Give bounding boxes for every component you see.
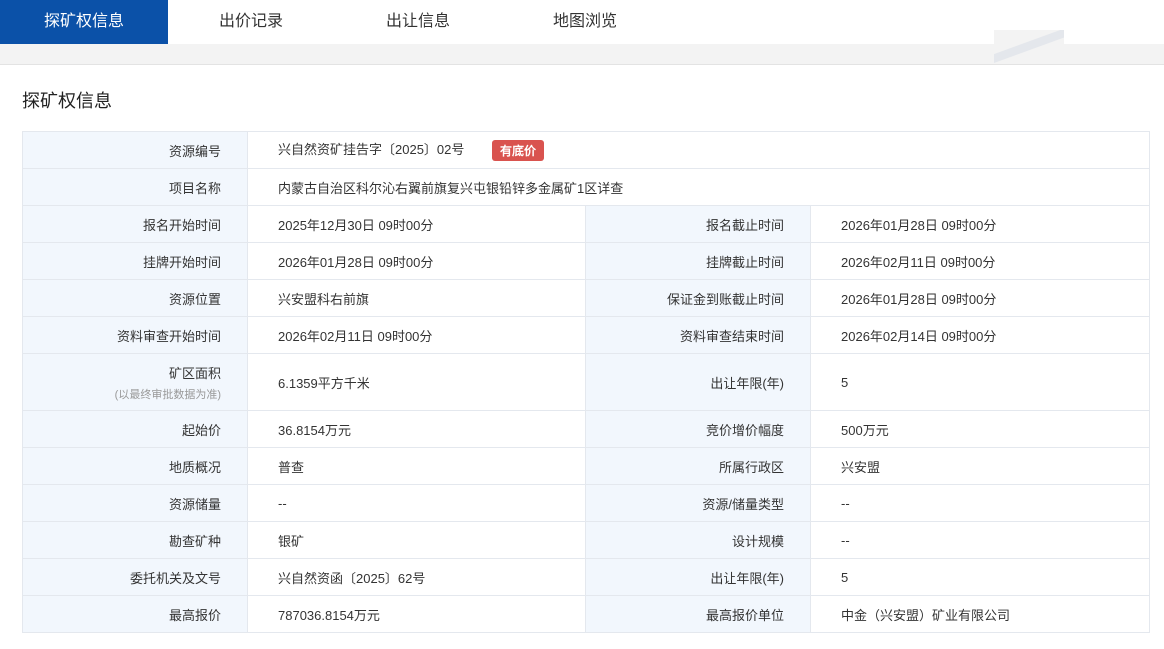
table-row: 挂牌开始时间 2026年01月28日 09时00分 挂牌截止时间 2026年02… [22,242,1151,280]
value-term-2: 5 [809,558,1151,596]
table-row: 起始价 36.8154万元 竞价增价幅度 500万元 [22,410,1151,448]
info-panel: 探矿权信息 资源编号 兴自然资矿挂告字〔2025〕02号 有底价 项目名称 内蒙… [0,64,1164,649]
decorative-stripe [994,30,1064,64]
value-list-end: 2026年02月11日 09时00分 [809,242,1151,280]
value-mineral: 银矿 [247,521,586,559]
table-row: 报名开始时间 2025年12月30日 09时00分 报名截止时间 2026年01… [22,205,1151,243]
area-label-note: (以最终审批数据为准) [114,388,221,401]
tab-transfer-info[interactable]: 出让信息 [334,0,502,44]
reserve-price-badge: 有底价 [492,140,545,162]
label-resource-no: 资源编号 [22,131,248,169]
tab-map-view[interactable]: 地图浏览 [502,0,668,44]
value-start-price: 36.8154万元 [247,410,586,448]
value-geology: 普查 [247,447,586,485]
value-increment: 500万元 [809,410,1151,448]
value-deposit-deadline: 2026年01月28日 09时00分 [809,279,1151,317]
tab-label: 出让信息 [385,13,450,30]
table-row: 最高报价 787036.8154万元 最高报价单位 中金（兴安盟）矿业有限公司 [22,595,1151,633]
table-row: 地质概况 普查 所属行政区 兴安盟 [22,447,1151,485]
value-list-start: 2026年01月28日 09时00分 [247,242,586,280]
value-district: 兴安盟 [809,447,1151,485]
label-district: 所属行政区 [585,447,811,485]
value-project-name: 内蒙古自治区科尔沁右翼前旗复兴屯银铅锌多金属矿1区详查 [246,168,1151,206]
value-scale: -- [809,521,1151,559]
label-term-2: 出让年限(年) [585,558,811,596]
tab-label: 出价记录 [218,13,283,30]
value-agency: 兴自然资函〔2025〕62号 [247,558,586,596]
label-project-name: 项目名称 [22,168,248,206]
label-location: 资源位置 [22,279,248,317]
area-label-text: 矿区面积 [168,365,221,381]
label-reserves: 资源储量 [22,484,248,522]
table-row: 资源编号 兴自然资矿挂告字〔2025〕02号 有底价 [22,131,1151,169]
label-agency: 委托机关及文号 [22,558,248,596]
value-reserve-type: -- [809,484,1151,522]
label-list-end: 挂牌截止时间 [585,242,811,280]
label-term: 出让年限(年) [585,353,811,411]
tab-bid-records[interactable]: 出价记录 [168,0,334,44]
label-mineral: 勘查矿种 [22,521,248,559]
label-reg-end: 报名截止时间 [585,205,811,243]
table-row: 资源储量 -- 资源/储量类型 -- [22,484,1151,522]
value-reg-end: 2026年01月28日 09时00分 [809,205,1151,243]
table-row: 勘查矿种 银矿 设计规模 -- [22,521,1151,559]
exploration-info-table: 资源编号 兴自然资矿挂告字〔2025〕02号 有底价 项目名称 内蒙古自治区科尔… [22,131,1151,633]
value-review-end: 2026年02月14日 09时00分 [809,316,1151,354]
section-title: 探矿权信息 [22,91,112,111]
value-location: 兴安盟科右前旗 [247,279,586,317]
tab-exploration-rights-info[interactable]: 探矿权信息 [0,0,168,50]
table-row: 资料审查开始时间 2026年02月11日 09时00分 资料审查结束时间 202… [22,316,1151,354]
label-reserve-type: 资源/储量类型 [585,484,811,522]
tab-bar: 探矿权信息 出价记录 出让信息 地图浏览 [0,0,1164,65]
tab-label: 探矿权信息 [43,13,124,30]
value-review-start: 2026年02月11日 09时00分 [247,316,586,354]
value-top-bidder: 中金（兴安盟）矿业有限公司 [809,595,1151,633]
label-top-bid: 最高报价 [22,595,248,633]
value-reg-start: 2025年12月30日 09时00分 [247,205,586,243]
label-area: 矿区面积 (以最终审批数据为准) [22,353,248,411]
label-review-start: 资料审查开始时间 [22,316,248,354]
table-row: 矿区面积 (以最终审批数据为准) 6.1359平方千米 出让年限(年) 5 [22,353,1151,411]
resource-no-text: 兴自然资矿挂告字〔2025〕02号 [278,141,465,157]
table-row: 资源位置 兴安盟科右前旗 保证金到账截止时间 2026年01月28日 09时00… [22,279,1151,317]
label-increment: 竞价增价幅度 [585,410,811,448]
value-top-bid: 787036.8154万元 [247,595,586,633]
label-scale: 设计规模 [585,521,811,559]
label-top-bidder: 最高报价单位 [585,595,811,633]
label-geology: 地质概况 [22,447,248,485]
label-reg-start: 报名开始时间 [22,205,248,243]
value-resource-no: 兴自然资矿挂告字〔2025〕02号 有底价 [246,131,1151,169]
table-row: 项目名称 内蒙古自治区科尔沁右翼前旗复兴屯银铅锌多金属矿1区详查 [22,168,1151,206]
label-deposit-deadline: 保证金到账截止时间 [585,279,811,317]
value-term: 5 [809,353,1151,411]
label-list-start: 挂牌开始时间 [22,242,248,280]
tab-bar-divider [0,44,1164,65]
value-reserves: -- [247,484,586,522]
table-row: 委托机关及文号 兴自然资函〔2025〕62号 出让年限(年) 5 [22,558,1151,596]
label-review-end: 资料审查结束时间 [585,316,811,354]
value-area: 6.1359平方千米 [247,353,586,411]
label-start-price: 起始价 [22,410,248,448]
tab-label: 地图浏览 [552,13,617,30]
